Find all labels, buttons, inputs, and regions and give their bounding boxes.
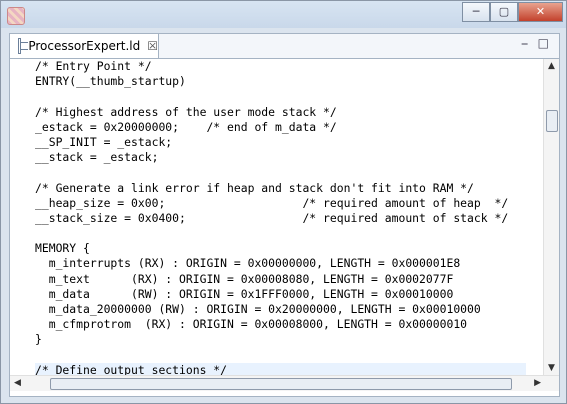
tab-label: ProcessorExpert.ld <box>28 39 141 53</box>
code-line[interactable]: /* Highest address of the user mode stac… <box>35 105 526 120</box>
vertical-scroll-thumb[interactable] <box>546 110 558 132</box>
code-lines[interactable]: /* Entry Point */ENTRY(__thumb_startup) /… <box>35 59 526 375</box>
maximize-panel-icon[interactable]: □ <box>538 36 549 51</box>
code-line[interactable]: __stack_size = 0x0400; /* required amoun… <box>35 211 526 226</box>
panel-controls: ⎯ □ <box>522 36 549 51</box>
scroll-left-arrow-icon[interactable]: ◀ <box>14 378 21 388</box>
editor-window: ─ ▢ ✕ ProcessorExpert.ld ☒ ⎯ □ /* Entry … <box>0 0 567 404</box>
code-line[interactable]: } <box>35 332 526 347</box>
code-line[interactable]: /* Define output sections */ <box>35 362 526 375</box>
code-line[interactable]: __stack = _estack; <box>35 150 526 165</box>
code-line[interactable]: m_cfmprotrom (RX) : ORIGIN = 0x00008000,… <box>35 317 526 332</box>
code-line[interactable] <box>35 226 526 241</box>
code-line[interactable]: __heap_size = 0x00; /* required amount o… <box>35 196 526 211</box>
window-controls: ─ ▢ ✕ <box>462 2 563 22</box>
code-line[interactable] <box>35 165 526 180</box>
code-line[interactable] <box>35 89 526 104</box>
scroll-down-arrow-icon[interactable]: ▼ <box>548 363 555 373</box>
code-line[interactable]: /* Generate a link error if heap and sta… <box>35 181 526 196</box>
code-line[interactable]: m_interrupts (RX) : ORIGIN = 0x00000000,… <box>35 256 526 271</box>
title-bar[interactable]: ─ ▢ ✕ <box>1 1 566 28</box>
linker-file-icon <box>18 38 30 54</box>
vertical-scrollbar[interactable]: ▲ ▼ <box>543 59 559 375</box>
tab-processorexpert-ld[interactable]: ProcessorExpert.ld ☒ <box>10 34 159 58</box>
code-line[interactable]: MEMORY { <box>35 241 526 256</box>
code-line[interactable]: __SP_INIT = _estack; <box>35 135 526 150</box>
editor-tab-bar: ProcessorExpert.ld ☒ ⎯ □ <box>9 33 560 58</box>
code-line[interactable]: m_text (RX) : ORIGIN = 0x00008080, LENGT… <box>35 272 526 287</box>
scroll-up-arrow-icon[interactable]: ▲ <box>548 61 555 71</box>
app-icon <box>7 7 25 25</box>
scroll-right-arrow-icon[interactable]: ▶ <box>534 378 541 388</box>
code-line[interactable]: _estack = 0x20000000; /* end of m_data *… <box>35 120 526 135</box>
horizontal-scrollbar[interactable]: ◀ ▶ <box>10 375 559 391</box>
tab-close-icon[interactable]: ☒ <box>147 39 158 53</box>
minimize-panel-icon[interactable]: ⎯ <box>522 36 528 51</box>
code-editor[interactable]: /* Entry Point */ENTRY(__thumb_startup) /… <box>9 58 560 397</box>
code-line[interactable]: ENTRY(__thumb_startup) <box>35 74 526 89</box>
close-window-button[interactable]: ✕ <box>518 2 563 22</box>
code-line[interactable] <box>35 348 526 363</box>
maximize-window-button[interactable]: ▢ <box>490 2 518 22</box>
code-line[interactable]: m_data (RW) : ORIGIN = 0x1FFF0000, LENGT… <box>35 287 526 302</box>
code-line[interactable]: /* Entry Point */ <box>35 59 526 74</box>
horizontal-scroll-thumb[interactable] <box>50 378 512 390</box>
code-line[interactable]: m_data_20000000 (RW) : ORIGIN = 0x200000… <box>35 302 526 317</box>
minimize-window-button[interactable]: ─ <box>462 2 490 22</box>
